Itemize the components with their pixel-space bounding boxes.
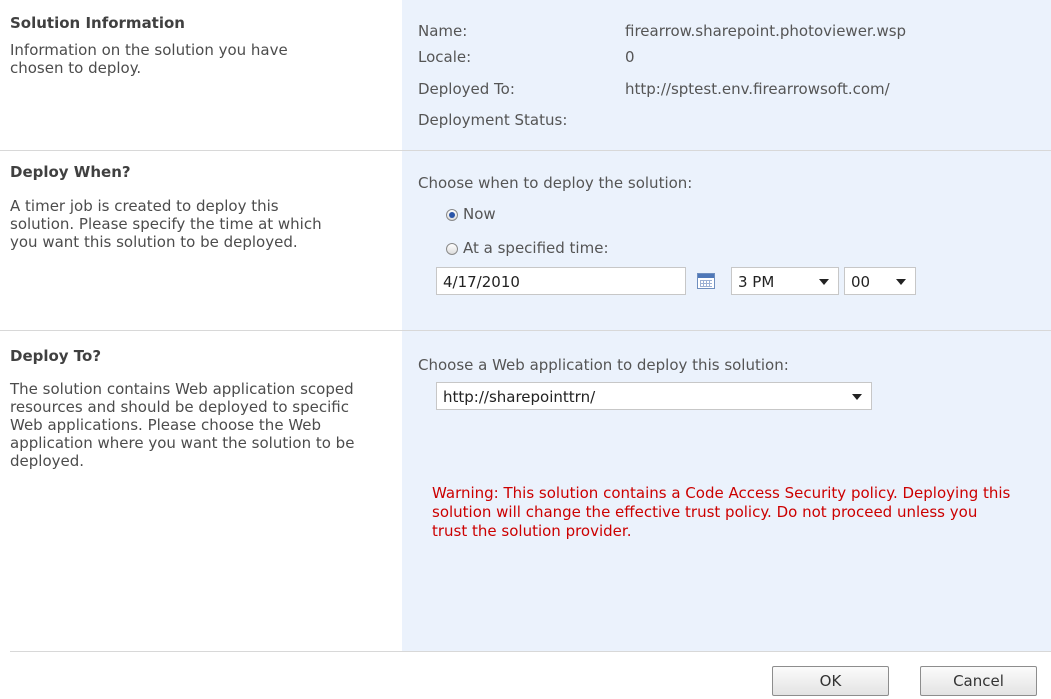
- locale-label: Locale:: [418, 48, 472, 66]
- name-label: Name:: [418, 22, 468, 40]
- deploy-when-prompt: Choose when to deploy the solution:: [418, 174, 693, 192]
- deployed-to-value: http://sptest.env.firearrowsoft.com/: [625, 80, 890, 98]
- web-application-select[interactable]: http://sharepointtrn/: [436, 382, 872, 410]
- footer-divider: [10, 651, 1051, 652]
- deployed-to-label: Deployed To:: [418, 80, 515, 98]
- section-divider: [0, 330, 1051, 331]
- deploy-when-description: A timer job is created to deploy this so…: [10, 197, 322, 251]
- deploy-to-title: Deploy To?: [10, 347, 102, 365]
- solution-info-description: Information on the solution you have cho…: [10, 41, 288, 77]
- web-application-value: http://sharepointtrn/: [443, 388, 596, 406]
- chevron-down-icon: [819, 279, 829, 285]
- hour-select[interactable]: 3 PM: [731, 267, 839, 295]
- radio-specified-time[interactable]: [446, 243, 458, 255]
- date-input[interactable]: 4/17/2010: [436, 267, 686, 295]
- cas-policy-warning: Warning: This solution contains a Code A…: [432, 484, 1011, 540]
- radio-now-label[interactable]: Now: [463, 205, 496, 223]
- date-value: 4/17/2010: [443, 273, 520, 291]
- cancel-button[interactable]: Cancel: [920, 666, 1037, 696]
- deployment-status-label: Deployment Status:: [418, 111, 568, 129]
- minute-select-value: 00: [851, 273, 871, 291]
- radio-specified-time-label[interactable]: At a specified time:: [463, 239, 609, 257]
- name-value: firearrow.sharepoint.photoviewer.wsp: [625, 22, 907, 40]
- hour-select-value: 3 PM: [738, 273, 775, 291]
- deploy-when-title: Deploy When?: [10, 163, 131, 181]
- deploy-to-prompt: Choose a Web application to deploy this …: [418, 356, 789, 374]
- solution-info-title: Solution Information: [10, 14, 185, 32]
- ok-button[interactable]: OK: [772, 666, 889, 696]
- chevron-down-icon: [852, 394, 862, 400]
- chevron-down-icon: [896, 279, 906, 285]
- radio-now[interactable]: [446, 209, 458, 221]
- deploy-to-description: The solution contains Web application sc…: [10, 380, 355, 470]
- locale-value: 0: [625, 48, 635, 66]
- minute-select[interactable]: 00: [844, 267, 916, 295]
- section-divider: [0, 150, 1051, 151]
- deploy-solution-page: Solution Information Information on the …: [0, 0, 1051, 699]
- calendar-icon[interactable]: [697, 273, 715, 289]
